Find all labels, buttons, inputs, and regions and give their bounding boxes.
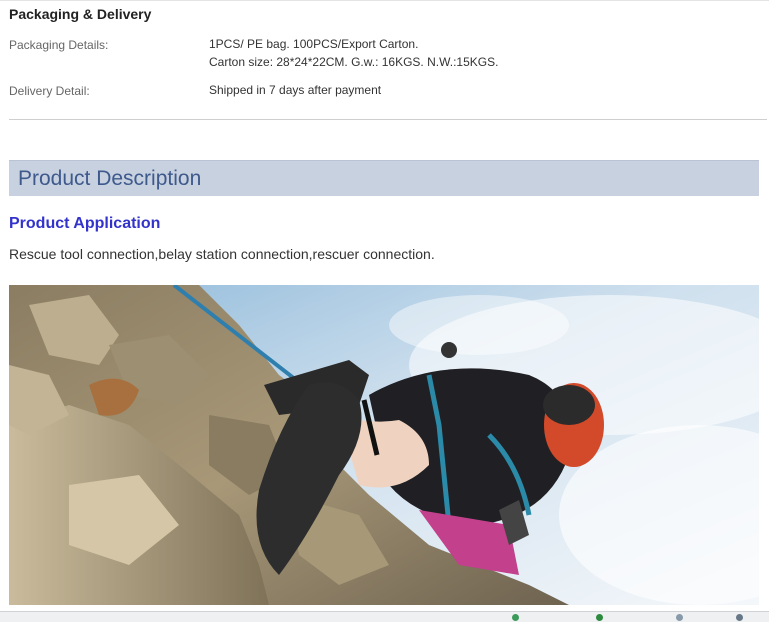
product-page: Packaging & Delivery Packaging Details: …: [0, 0, 769, 622]
product-application-text: Rescue tool connection,belay station con…: [9, 246, 435, 262]
status-item-tools[interactable]: [676, 613, 686, 622]
section-divider: [9, 119, 767, 120]
climber-illustration: [9, 285, 759, 605]
tools-icon: [676, 614, 683, 621]
top-border: [0, 0, 769, 1]
product-description-title: Product Description: [18, 167, 202, 190]
status-item-security[interactable]: [512, 613, 522, 622]
zoom-icon: [736, 614, 743, 621]
packaging-details-value: 1PCS/ PE bag. 100PCS/Export Carton. Cart…: [209, 35, 498, 71]
product-description-header: Product Description: [9, 160, 759, 196]
status-item-zoom[interactable]: [736, 613, 746, 622]
status-item-network[interactable]: [596, 613, 606, 622]
shield-icon: [512, 614, 519, 621]
product-application-title: Product Application: [9, 215, 161, 232]
packaging-details-label: Packaging Details:: [9, 38, 109, 52]
network-icon: [596, 614, 603, 621]
climber-photo: [9, 285, 759, 605]
delivery-detail-value: Shipped in 7 days after payment: [209, 83, 382, 97]
packaging-details-line2: Carton size: 28*24*22CM. G.w.: 16KGS. N.…: [209, 55, 499, 69]
browser-status-bar: [0, 611, 769, 622]
packaging-details-line1: 1PCS/ PE bag. 100PCS/Export Carton.: [209, 37, 419, 51]
packaging-delivery-title: Packaging & Delivery: [9, 6, 152, 22]
delivery-detail-label: Delivery Detail:: [9, 84, 90, 98]
